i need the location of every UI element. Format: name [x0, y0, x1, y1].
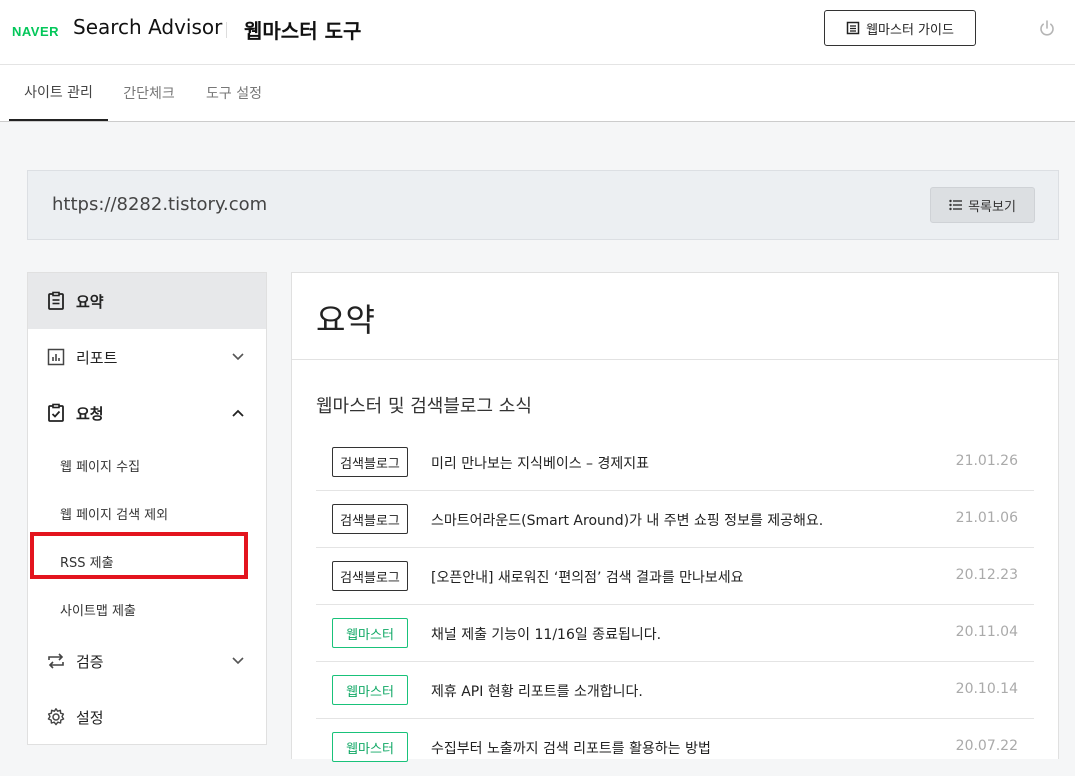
- sidebar-item-verify[interactable]: 검증: [28, 633, 266, 689]
- sidebar-item-summary[interactable]: 요약: [28, 273, 266, 329]
- title-divider: [292, 359, 1058, 360]
- sidebar-item-label: 설정: [76, 708, 104, 727]
- webmaster-guide-label: 웹마스터 가이드: [866, 22, 954, 38]
- page-title: 요약: [316, 301, 375, 339]
- tab-bar: 사이트 관리 간단체크 도구 설정: [0, 65, 1075, 122]
- category-badge: 검색블로그: [332, 561, 408, 591]
- chevron-down-icon: [232, 353, 244, 361]
- news-title[interactable]: 스마트어라운드(Smart Around)가 내 주변 쇼핑 정보를 제공해요.: [431, 510, 823, 530]
- sidebar-sub-item-sitemap-submit[interactable]: 사이트맵 제출: [60, 600, 136, 619]
- news-title[interactable]: [오픈안내] 새로워진 ‘편의점’ 검색 결과를 만나보세요: [431, 567, 744, 587]
- news-date: 20.10.14: [955, 681, 1018, 697]
- sidebar-sub-item-web-page-collect[interactable]: 웹 페이지 수집: [60, 456, 140, 475]
- chevron-down-icon: [232, 657, 244, 665]
- news-item[interactable]: 검색블로그 미리 만나보는 지식베이스 – 경제지표 21.01.26: [316, 434, 1034, 491]
- list-view-button[interactable]: 목록보기: [930, 187, 1035, 223]
- news-item[interactable]: 웹마스터 채널 제출 기능이 11/16일 종료됩니다. 20.11.04: [316, 605, 1034, 662]
- sidebar-item-report[interactable]: 리포트: [28, 329, 266, 385]
- news-title[interactable]: 미리 만나보는 지식베이스 – 경제지표: [431, 453, 649, 473]
- site-header-box: https://8282.tistory.com 목록보기: [27, 170, 1059, 240]
- webmaster-guide-button[interactable]: 웹마스터 가이드: [824, 10, 976, 46]
- tab-tool-settings[interactable]: 도구 설정: [196, 65, 272, 121]
- clipboard-icon: [48, 291, 64, 310]
- book-icon: [846, 21, 860, 35]
- summary-panel: 요약 웹마스터 및 검색블로그 소식 검색블로그 미리 만나보는 지식베이스 –…: [291, 272, 1059, 762]
- news-date: 21.01.26: [955, 453, 1018, 469]
- tab-site-management[interactable]: 사이트 관리: [9, 65, 108, 121]
- gear-icon: [47, 708, 65, 726]
- top-bar: NAVER Search Advisor 웹마스터 도구 웹마스터 가이드: [0, 0, 1075, 65]
- repeat-icon: [48, 653, 64, 669]
- news-date: 21.01.06: [955, 510, 1018, 526]
- site-url: https://8282.tistory.com: [52, 194, 268, 215]
- news-heading: 웹마스터 및 검색블로그 소식: [316, 396, 532, 417]
- sidebar-sub-item-web-page-exclude[interactable]: 웹 페이지 검색 제외: [60, 504, 168, 523]
- news-item[interactable]: 웹마스터 제휴 API 현황 리포트를 소개합니다. 20.10.14: [316, 662, 1034, 719]
- news-item[interactable]: 검색블로그 [오픈안내] 새로워진 ‘편의점’ 검색 결과를 만나보세요 20.…: [316, 548, 1034, 605]
- news-title[interactable]: 제휴 API 현황 리포트를 소개합니다.: [431, 681, 643, 701]
- news-item[interactable]: 웹마스터 수집부터 노출까지 검색 리포트를 활용하는 방법 20.07.22: [316, 719, 1034, 776]
- news-title[interactable]: 채널 제출 기능이 11/16일 종료됩니다.: [431, 624, 661, 644]
- news-date: 20.12.23: [955, 567, 1018, 583]
- category-badge: 검색블로그: [332, 447, 408, 477]
- category-badge: 웹마스터: [332, 732, 408, 762]
- sidebar-item-settings[interactable]: 설정: [28, 689, 266, 745]
- category-badge: 웹마스터: [332, 618, 408, 648]
- sidebar-item-label: 요약: [76, 292, 104, 311]
- sidebar-item-label: 검증: [76, 652, 104, 671]
- list-icon: [949, 199, 963, 211]
- app-title[interactable]: Search Advisor: [73, 15, 222, 39]
- sidebar-item-label: 리포트: [76, 348, 118, 367]
- tab-simple-check[interactable]: 간단체크: [112, 65, 186, 121]
- title-divider: [226, 22, 227, 38]
- rss-highlight-box: [30, 532, 248, 579]
- list-view-label: 목록보기: [968, 199, 1016, 215]
- news-date: 20.11.04: [955, 624, 1018, 640]
- chevron-up-icon: [232, 409, 244, 417]
- category-badge: 검색블로그: [332, 504, 408, 534]
- sidebar-item-request[interactable]: 요청: [28, 385, 266, 441]
- news-item[interactable]: 검색블로그 스마트어라운드(Smart Around)가 내 주변 쇼핑 정보를…: [316, 491, 1034, 548]
- sidebar-item-label: 요청: [76, 404, 104, 423]
- news-date: 20.07.22: [955, 738, 1018, 754]
- sidebar: 요약 리포트 요청 웹 페이지 수집 웹 페이지 검색 제외 RSS 제출 사이…: [27, 272, 267, 745]
- tool-title: 웹마스터 도구: [244, 19, 362, 43]
- news-title[interactable]: 수집부터 노출까지 검색 리포트를 활용하는 방법: [431, 738, 711, 758]
- naver-logo[interactable]: NAVER: [12, 24, 59, 39]
- bar-chart-icon: [47, 348, 65, 366]
- clipboard-check-icon: [48, 403, 64, 422]
- category-badge: 웹마스터: [332, 675, 408, 705]
- power-icon[interactable]: [1037, 18, 1057, 38]
